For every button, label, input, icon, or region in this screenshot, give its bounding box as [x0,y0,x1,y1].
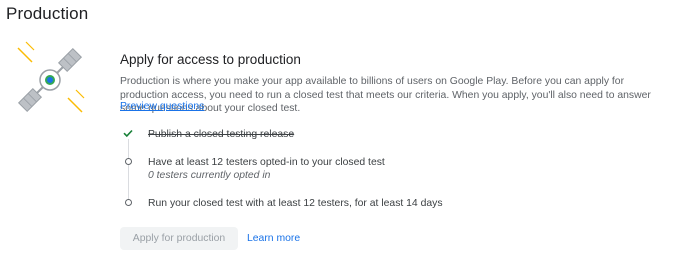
satellite-illustration-icon [17,41,85,113]
step-publish-closed-release: Publish a closed testing release [148,129,295,140]
step-testers-status: 0 testers currently opted in [148,170,271,181]
step-testers-opted-in: Have at least 12 testers opted-in to you… [148,157,385,168]
page-title: Production [6,4,89,23]
pending-circle-icon [125,199,132,206]
pending-circle-icon [125,158,132,165]
card-title: Apply for access to production [120,52,301,67]
apply-for-production-button[interactable]: Apply for production [120,227,238,250]
check-icon [123,129,133,138]
timeline-connector [128,139,129,203]
learn-more-link[interactable]: Learn more [247,233,300,244]
step-run-closed-test: Run your closed test with at least 12 te… [148,198,443,209]
preview-questions-link[interactable]: Preview questions [120,101,204,112]
